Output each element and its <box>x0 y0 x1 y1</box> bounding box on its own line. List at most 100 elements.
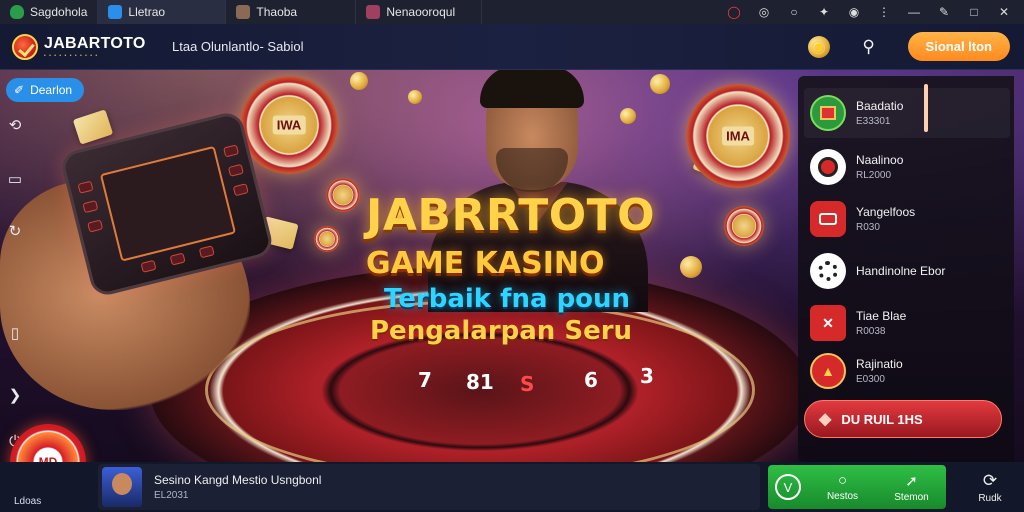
news-label: Nestos <box>826 491 859 502</box>
cast-icon[interactable]: ◎ <box>756 5 772 19</box>
refresh-icon: ⟳ <box>982 470 998 490</box>
game-sub: R0038 <box>856 326 886 337</box>
history-icon[interactable]: ⟲ <box>4 114 26 136</box>
wheel-number: S <box>520 372 535 396</box>
tab-2[interactable]: Thaoba <box>226 0 357 24</box>
game-sub: E0300 <box>856 374 885 385</box>
refresh-button[interactable]: ⟳ Rudk <box>968 465 1012 509</box>
chat-icon[interactable]: ○ <box>786 5 802 19</box>
brand-action-button[interactable]: V <box>768 474 808 500</box>
tab-label: Nenaooroqul <box>386 5 456 19</box>
wheel-number: 6 <box>584 368 598 392</box>
wallet-icon <box>810 201 846 237</box>
list-item[interactable]: Naalinoo RL2000 <box>804 142 1010 192</box>
casino-chip-right: IMA <box>686 84 790 188</box>
bottom-action-group: V ○ Nestos ➚ Stemon <box>768 465 946 509</box>
chip-mark: IMA <box>722 126 754 146</box>
scrollbar[interactable] <box>924 84 928 132</box>
sign-in-button[interactable]: Sional lton <box>907 32 1010 61</box>
list-item[interactable]: Handinolne Ebor <box>804 246 1010 296</box>
chip-icon <box>810 253 846 289</box>
list-item[interactable]: Yangelfoos R030 <box>804 194 1010 244</box>
now-playing-title: Sesino Kangd Mestio Usngbonl <box>154 473 322 487</box>
wheel-number: 81 <box>466 370 494 394</box>
play-button-label: DU RUIL 1HS <box>841 411 923 427</box>
header-actions: ◉ ⚙ ⚲ Sional lton <box>807 32 1024 61</box>
list-item[interactable]: ▲ Rajinatio E0300 <box>804 346 1010 396</box>
coin-icon <box>408 90 422 104</box>
info-icon: ○ <box>837 472 848 489</box>
host-hair <box>480 70 584 108</box>
list-item[interactable]: ✕ Tiae Blae R0038 <box>804 298 1010 348</box>
app-window: Sagdohola Lletrao Thaoba Nenaooroqul ◯ ◎… <box>0 0 1024 512</box>
maximize-icon[interactable]: □ <box>966 5 982 19</box>
wheel-number: 7 <box>418 368 432 392</box>
logo-text: JABARTOTO <box>44 34 146 52</box>
stats-button[interactable]: ➚ Stemon <box>877 472 946 503</box>
game-name: Handinolne Ebor <box>856 264 946 278</box>
app-header: JABARTOTO • • • • • • • • • • • Ltaa Olu… <box>0 24 1024 70</box>
game-sub: E33301 <box>856 116 891 127</box>
refresh-icon[interactable]: ↻ <box>4 220 26 242</box>
menu-icon[interactable]: ⋮ <box>876 5 892 19</box>
logo-mark-icon <box>12 33 38 60</box>
brand-logo[interactable]: JABARTOTO • • • • • • • • • • • <box>0 33 160 60</box>
tab-3[interactable]: Nenaooroqul <box>356 0 483 24</box>
casino-chip-small <box>314 226 340 252</box>
tab-0[interactable]: Sagdohola <box>0 0 99 24</box>
coin-icon <box>650 74 670 94</box>
game-name: Baadatio <box>856 99 904 113</box>
wheel-number: 3 <box>640 364 654 388</box>
slot-machine-icon <box>810 95 846 131</box>
coin-icon[interactable]: ◉ <box>807 35 830 58</box>
fire-badge-icon: ▲ <box>810 353 846 389</box>
tab-label: Lletrao <box>128 5 166 19</box>
now-playing-card[interactable]: Sesino Kangd Mestio Usngbonl EL2031 <box>98 464 760 510</box>
casino-chip-left: IWA <box>240 76 338 174</box>
edit-icon[interactable]: ✎ <box>936 5 952 19</box>
play-now-button[interactable]: ◆ DU RUIL 1HS <box>804 400 1002 438</box>
hero-banner[interactable]: 7 81 S 6 3 IWA IMA JABRRTOTO GAME KASINO… <box>0 70 1024 462</box>
v-logo-icon: V <box>775 474 801 500</box>
stats-label: Stemon <box>894 491 929 503</box>
shield-icon <box>10 5 24 19</box>
search-icon[interactable]: ⚲ <box>858 36 880 58</box>
corner-chip-mark: MD <box>38 455 58 462</box>
tab-1[interactable]: Lletrao <box>98 0 227 24</box>
hero-tagline-2: Pengalarpan Seru <box>370 316 633 346</box>
phone-icon[interactable]: ▯ <box>4 322 26 344</box>
game-name: Rajinatio <box>856 357 903 371</box>
refresh-label: Rudk <box>978 492 1002 504</box>
pill-label: Dearlon <box>30 83 73 97</box>
casino-chip-small <box>326 178 360 212</box>
device-button <box>232 183 249 197</box>
download-icon[interactable]: ◉ <box>846 5 862 19</box>
share-icon[interactable]: ❯ <box>4 384 26 406</box>
news-button[interactable]: ○ Nestos <box>808 472 877 502</box>
game-sub: R030 <box>856 222 880 233</box>
download-pill-button[interactable]: ✐ Dearlon <box>6 78 85 102</box>
browser-tab-bar: Sagdohola Lletrao Thaoba Nenaooroqul ◯ ◎… <box>0 0 1024 24</box>
hero-title: JABRRTOTO <box>366 190 656 241</box>
chat-icon <box>108 5 123 19</box>
list-item[interactable]: Baadatio E33301 <box>804 88 1010 138</box>
corner-label: Ldoas <box>14 496 42 507</box>
device-button <box>82 200 99 214</box>
game-name: Naalinoo <box>856 153 904 167</box>
game-name: Yangelfoos <box>856 205 916 219</box>
device-button <box>87 219 104 233</box>
puzzle-icon[interactable]: ✦ <box>816 5 832 19</box>
close-icon[interactable]: ✕ <box>996 5 1012 19</box>
minimize-icon[interactable]: — <box>906 5 922 19</box>
play-badge-icon: ◆ <box>819 411 832 428</box>
now-playing-thumbnail <box>102 467 142 507</box>
hero-tagline: Terbaik fna poun <box>384 284 631 314</box>
opera-icon[interactable]: ◯ <box>726 5 742 19</box>
trend-icon: ➚ <box>905 472 918 490</box>
thumbnail-icon <box>236 5 251 19</box>
device-button <box>227 163 244 177</box>
logo-subtext: • • • • • • • • • • • <box>44 52 99 59</box>
layers-icon[interactable]: ▭ <box>4 168 26 190</box>
chip-mark: IWA <box>272 115 306 135</box>
coin-icon <box>680 256 702 278</box>
